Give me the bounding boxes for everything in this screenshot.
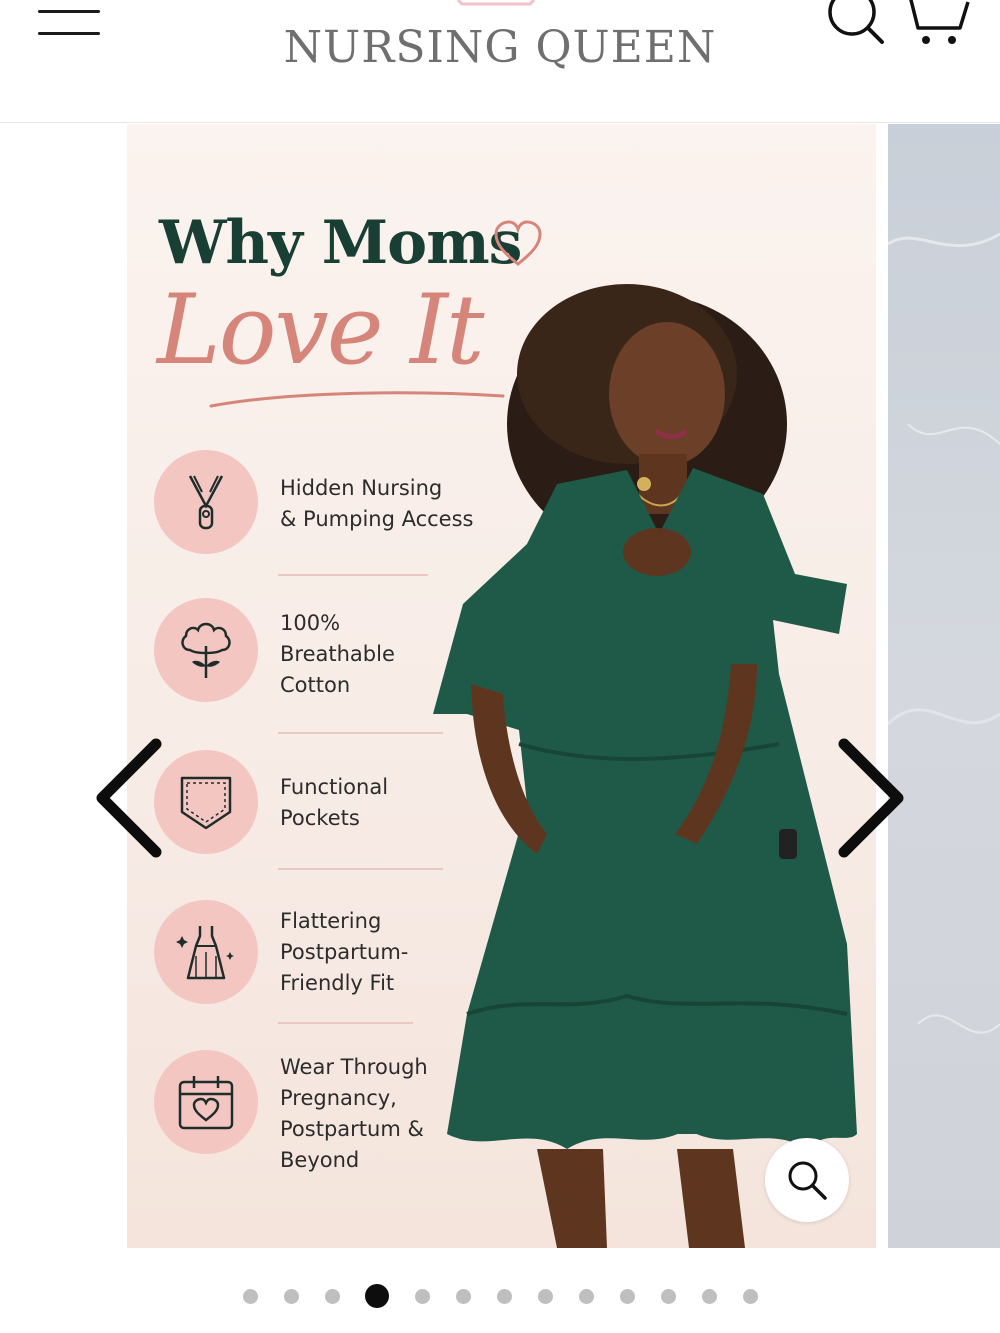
zipper-icon	[188, 475, 224, 530]
pagination-dot[interactable]	[414, 1289, 430, 1304]
dress-icon	[176, 926, 234, 980]
cart-button[interactable]	[902, 0, 974, 48]
pagination-dot[interactable]	[455, 1289, 471, 1304]
carousel-pagination	[0, 1284, 1000, 1310]
pagination-dot[interactable]	[742, 1289, 758, 1304]
pagination-dot[interactable]	[496, 1289, 512, 1304]
search-button[interactable]	[824, 0, 886, 46]
chevron-left-icon	[96, 738, 162, 858]
pagination-dot[interactable]	[324, 1289, 340, 1304]
feature-divider	[278, 574, 428, 576]
feature-text: 100% Breathable Cotton	[280, 611, 395, 697]
menu-bar	[38, 32, 100, 35]
feature-divider	[278, 1022, 413, 1024]
hamburger-menu-button[interactable]	[38, 10, 102, 40]
pagination-dot[interactable]	[578, 1289, 594, 1304]
pagination-dot[interactable]	[660, 1289, 676, 1304]
feature-divider	[278, 732, 443, 734]
feature-text: Flattering Postpartum- Friendly Fit	[280, 909, 409, 995]
feature-icon-circle	[154, 598, 258, 702]
feature-divider	[278, 868, 443, 870]
feature-text: Functional Pockets	[280, 775, 389, 830]
carousel-slide-next-peek[interactable]	[888, 124, 1000, 1248]
site-header: NURSING QUEEN	[0, 0, 1000, 123]
brand-logo[interactable]: NURSING QUEEN	[250, 22, 750, 73]
menu-bar	[38, 10, 100, 13]
carousel-slide-active[interactable]: Why Moms Love It Hidden Nursing & Pumpin…	[127, 124, 876, 1248]
pagination-dot[interactable]	[283, 1289, 299, 1304]
zoom-icon	[788, 1161, 827, 1200]
feature-icon-circle	[154, 1050, 258, 1154]
pocket-icon	[180, 776, 232, 830]
marble-texture	[888, 232, 1000, 1034]
product-image-carousel[interactable]: Why Moms Love It Hidden Nursing & Pumpin…	[0, 124, 1000, 1248]
pagination-dot-active[interactable]	[365, 1284, 389, 1308]
pagination-dot[interactable]	[619, 1289, 635, 1304]
brand-name: NURSING QUEEN	[283, 22, 717, 73]
carousel-next-button[interactable]	[830, 736, 910, 866]
model-photo	[433, 284, 857, 1248]
calendar-heart-icon	[178, 1076, 234, 1130]
cart-icon	[909, 0, 970, 44]
search-icon	[828, 0, 884, 44]
feature-icon-circle	[154, 450, 258, 554]
feature-text: Wear Through Pregnancy, Postpartum & Bey…	[280, 1055, 428, 1172]
crown-logo-icon	[456, 0, 536, 6]
pagination-dot[interactable]	[242, 1289, 258, 1304]
feature-icon-circle	[154, 900, 258, 1004]
carousel-prev-button[interactable]	[90, 736, 170, 866]
zoom-button[interactable]	[765, 1138, 849, 1222]
pagination-dot[interactable]	[537, 1289, 553, 1304]
cotton-icon	[181, 622, 231, 678]
pagination-dot[interactable]	[701, 1289, 717, 1304]
chevron-right-icon	[838, 738, 904, 858]
